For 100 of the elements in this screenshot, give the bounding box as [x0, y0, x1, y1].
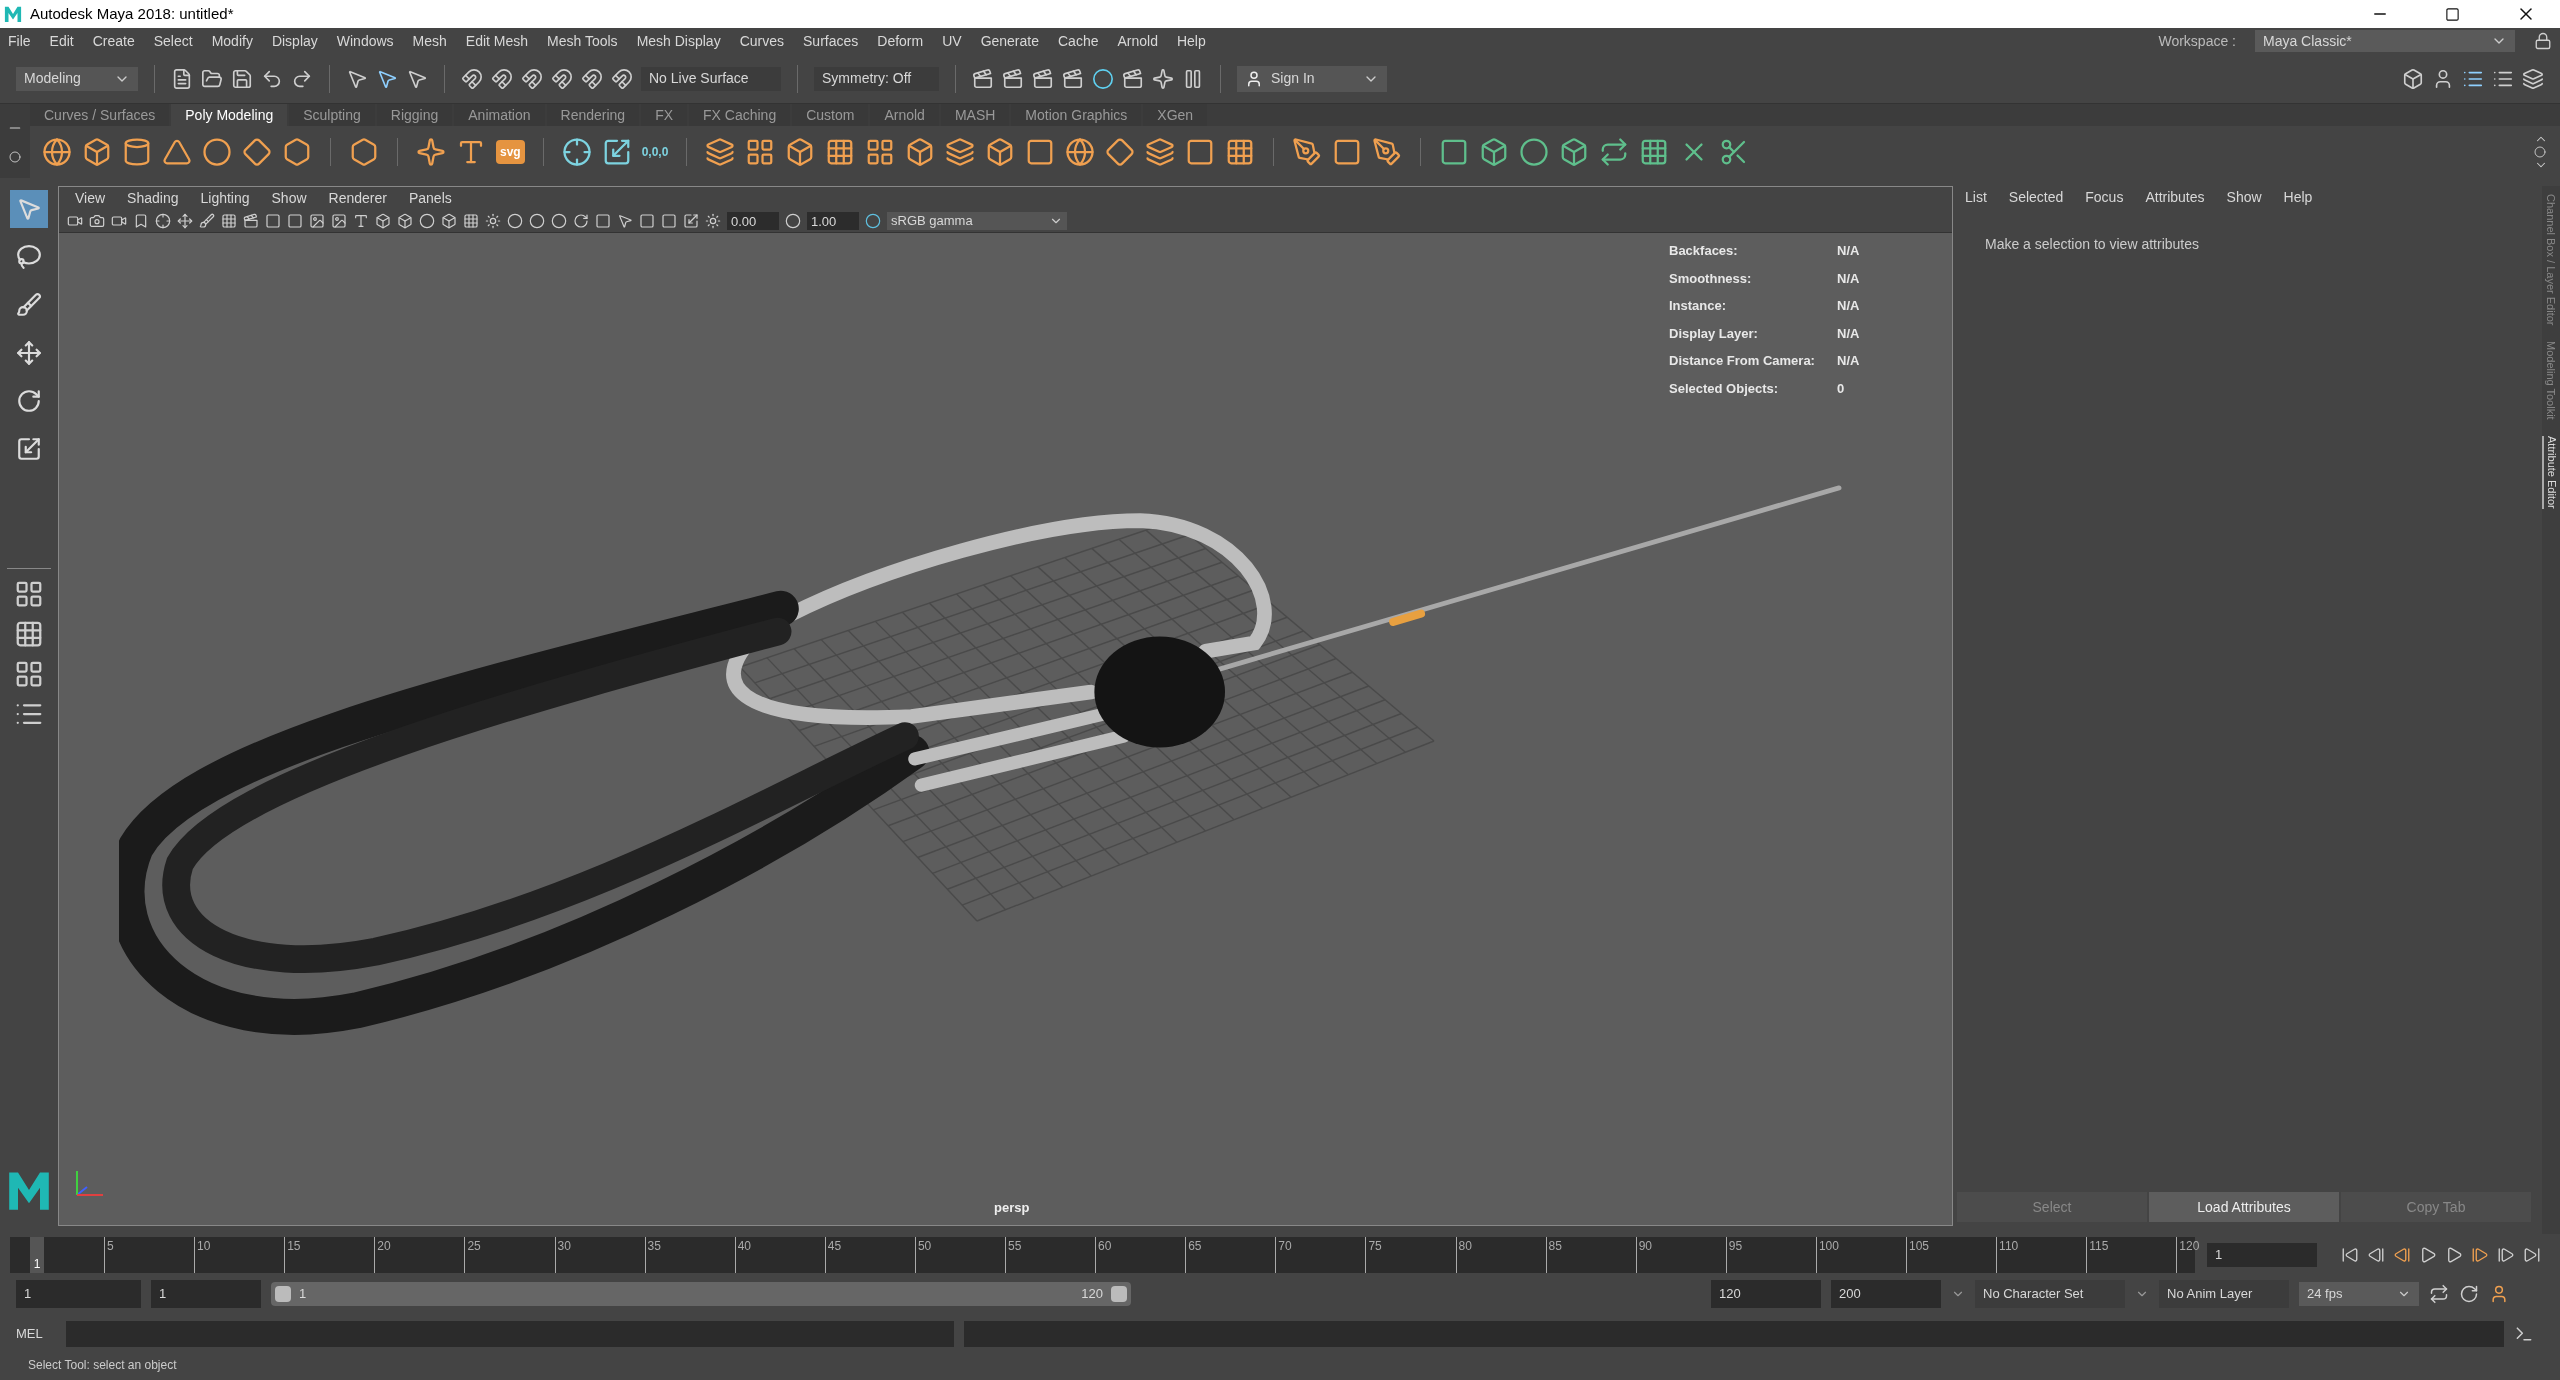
attribute-menu-item[interactable]: Focus	[2085, 186, 2124, 208]
magnet-icon[interactable]	[551, 67, 573, 90]
color-space-dropdown[interactable]: sRGB gamma	[887, 211, 1067, 230]
step-back-icon[interactable]	[2367, 1246, 2385, 1264]
go-to-start-icon[interactable]	[2341, 1246, 2359, 1264]
viewport-menu-item[interactable]: Shading	[127, 187, 179, 209]
viewport-menu-item[interactable]: Panels	[408, 187, 452, 209]
start-time-field[interactable]: 1	[16, 1280, 141, 1308]
side-tab[interactable]: Attribute Editor	[2541, 436, 2560, 509]
select-tool-button[interactable]	[10, 190, 48, 228]
diamond-icon[interactable]	[1105, 137, 1136, 167]
menu-item[interactable]: Arnold	[1117, 30, 1158, 52]
loop-icon[interactable]	[2429, 1284, 2449, 1304]
stack-icon[interactable]	[945, 137, 976, 167]
layers-icon[interactable]	[705, 137, 736, 167]
sphere-icon[interactable]	[507, 212, 523, 229]
layers-icon[interactable]	[2522, 67, 2544, 90]
live-surface-field[interactable]: No Live Surface	[641, 66, 781, 91]
hexagon-icon[interactable]	[282, 137, 312, 167]
square-icon[interactable]	[639, 212, 655, 229]
range-slider[interactable]: 1 120	[271, 1282, 1131, 1306]
menu-item[interactable]: Select	[153, 30, 193, 52]
playback-start-field[interactable]: 1	[151, 1280, 261, 1308]
circle-icon[interactable]	[419, 212, 435, 229]
command-input-field[interactable]	[66, 1321, 954, 1347]
crosshair-icon[interactable]	[561, 137, 592, 167]
pointer-icon[interactable]	[617, 212, 633, 229]
character-set-dropdown[interactable]: No Character Set	[1975, 1280, 2125, 1308]
grid-icon[interactable]	[221, 212, 237, 229]
sphere-icon[interactable]	[529, 212, 545, 229]
magnet-icon[interactable]	[461, 67, 483, 90]
reset-origin-button[interactable]: 0,0,0	[641, 143, 669, 161]
viewport-menu-item[interactable]: Renderer	[328, 187, 387, 209]
anim-layer-dropdown[interactable]: No Anim Layer	[2159, 1280, 2289, 1308]
plates-icon[interactable]	[1145, 137, 1176, 167]
menu-item[interactable]: Mesh Tools	[547, 30, 618, 52]
dot-icon[interactable]	[2534, 146, 2546, 158]
mode-dropdown[interactable]: Modeling	[16, 66, 138, 91]
menu-item[interactable]: File	[8, 30, 31, 52]
shelf-tab[interactable]: Poly Modeling	[171, 104, 288, 126]
magnet-icon[interactable]	[491, 67, 513, 90]
menu-item[interactable]: Edit	[49, 30, 74, 52]
diamond-icon[interactable]	[242, 137, 272, 167]
gamma-field[interactable]: 1.00	[807, 211, 859, 230]
pen-icon[interactable]	[1372, 137, 1403, 167]
menu-item[interactable]: Generate	[980, 30, 1039, 52]
current-frame-field[interactable]: 1	[2207, 1243, 2317, 1267]
play-backward-icon[interactable]	[2419, 1246, 2437, 1264]
menu-item[interactable]: Mesh Display	[636, 30, 721, 52]
square-icon[interactable]	[661, 212, 677, 229]
viewport-menu-item[interactable]: Show	[271, 187, 307, 209]
cone-icon[interactable]	[162, 137, 192, 167]
circle-icon[interactable]	[1519, 137, 1550, 167]
attribute-menu-item[interactable]: List	[1965, 186, 1987, 208]
menu-item[interactable]: UV	[942, 30, 962, 52]
cylinder-icon[interactable]	[122, 137, 152, 167]
sparkle-icon[interactable]	[1152, 67, 1174, 90]
menu-item[interactable]: Cache	[1058, 30, 1099, 52]
previous-key-icon[interactable]	[2393, 1246, 2411, 1264]
image-icon[interactable]	[309, 212, 325, 229]
layout-icon[interactable]	[14, 579, 44, 609]
viewport-menu-item[interactable]: View	[75, 187, 106, 209]
attribute-menu-item[interactable]: Help	[2283, 186, 2313, 208]
menu-item[interactable]: Display	[271, 30, 318, 52]
pen-icon[interactable]	[1292, 137, 1323, 167]
menu-item[interactable]: Curves	[739, 30, 784, 52]
play-icon[interactable]	[2445, 1246, 2463, 1264]
playback-end-field[interactable]: 120	[1711, 1280, 1821, 1308]
cube-icon[interactable]	[397, 212, 413, 229]
menu-item[interactable]: Modify	[211, 30, 253, 52]
square-icon[interactable]	[265, 212, 281, 229]
save-icon[interactable]	[231, 67, 253, 90]
menu-item[interactable]: Mesh	[412, 30, 447, 52]
script-editor-icon[interactable]	[2514, 1324, 2534, 1344]
folder-icon[interactable]	[201, 67, 223, 90]
scale-icon[interactable]	[683, 212, 699, 229]
attribute-menu-item[interactable]: Selected	[2008, 186, 2064, 208]
magnet-icon[interactable]	[581, 67, 603, 90]
file-icon[interactable]	[171, 67, 193, 90]
cube-icon[interactable]	[2402, 67, 2424, 90]
image-icon[interactable]	[331, 212, 347, 229]
step-forward-icon[interactable]	[2497, 1246, 2515, 1264]
cube-icon[interactable]	[82, 137, 112, 167]
fps-dropdown[interactable]: 24 fps	[2299, 1282, 2419, 1306]
menu-item[interactable]: Create	[92, 30, 135, 52]
camera-icon[interactable]	[89, 212, 105, 229]
next-key-icon[interactable]	[2471, 1246, 2489, 1264]
ring-icon[interactable]	[202, 137, 232, 167]
sphere-icon[interactable]	[1065, 137, 1096, 167]
menu-item[interactable]: Edit Mesh	[465, 30, 529, 52]
cube-icon[interactable]	[375, 212, 391, 229]
sign-in-button[interactable]: Sign In	[1237, 65, 1387, 92]
square-icon[interactable]	[287, 212, 303, 229]
range-handle[interactable]	[1111, 1286, 1127, 1302]
go-to-end-icon[interactable]	[2523, 1246, 2541, 1264]
restore-icon[interactable]	[2445, 6, 2460, 22]
exposure-field[interactable]: 0.00	[727, 211, 779, 230]
brush-icon[interactable]	[199, 212, 215, 229]
rotate-icon[interactable]	[573, 212, 589, 229]
symmetry-field[interactable]: Symmetry: Off	[814, 66, 939, 91]
